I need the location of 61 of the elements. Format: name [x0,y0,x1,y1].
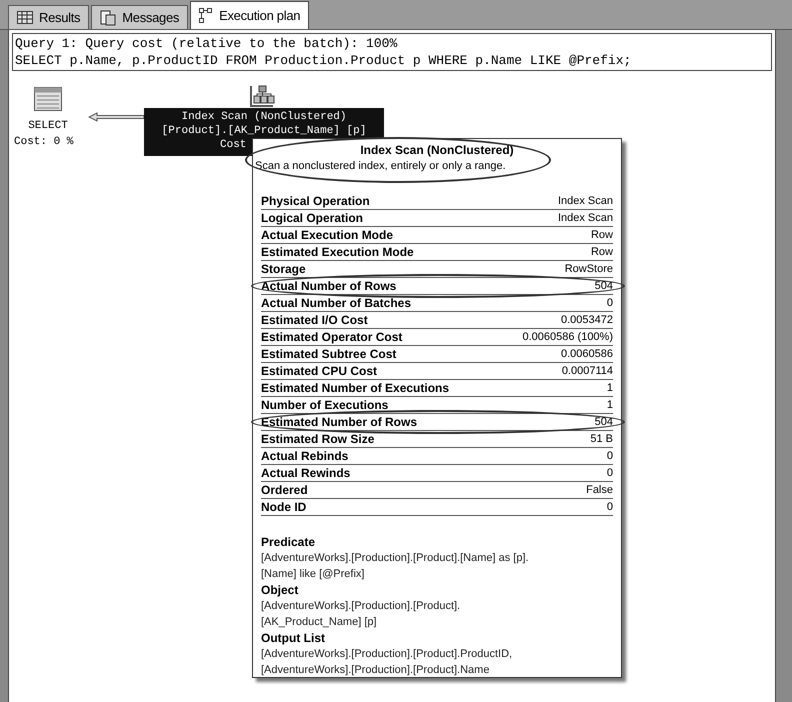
property-value: 1 [606,381,613,396]
sql-text: SELECT p.Name, p.ProductID FROM Production.Product p WHERE p.Name LIKE @Prefix; [15,52,632,69]
property-value: False [586,483,613,498]
section-text: [AdventureWorks].[Production].[Product].[Name] as [p]. [Name] like [@Prefix] [261,551,530,582]
tab[interactable]: Execution plan [190,1,310,29]
property-name: Actual Execution Mode [261,227,394,243]
table-icon[interactable] [34,87,62,111]
property-name: Physical Operation [261,193,370,209]
arrow-icon [88,112,144,122]
property-value: 504 [594,279,613,294]
property-value: RowStore [564,262,613,277]
property-value: 0 [606,500,613,515]
section-heading: Output List [261,630,326,646]
property-value: 0.0060586 [561,347,613,362]
query-cost-text: Query 1: Query cost (relative to the batch): 100% [15,35,398,52]
property-name: Estimated Row Size [261,431,374,447]
property-name: Actual Rebinds [261,448,348,464]
property-value: 0 [606,449,613,464]
node-tooltip-line: Index Scan (NonClustered) [181,110,347,124]
property-name: Logical Operation [261,210,364,226]
property-name: Actual Number of Rows [261,278,396,294]
tab[interactable]: Results [8,5,90,29]
tab[interactable]: Messages [91,5,188,29]
property-name: Number of Executions [261,397,388,413]
property-name: Estimated Operator Cost [261,329,402,345]
property-name: Actual Rewinds [261,465,350,481]
tooltip-title: Index Scan (NonClustered) [359,143,515,158]
property-name: Estimated Number of Executions [261,380,450,396]
property-value: 0 [606,296,613,311]
property-name: Ordered [261,482,308,498]
property-value: 0 [606,466,613,481]
plan-icon [199,8,214,24]
property-value: Index Scan [558,211,613,226]
property-name: Estimated Execution Mode [261,244,414,260]
property-value: 51 B [590,432,613,447]
property-value: 0.0060586 (100%) [522,330,613,345]
property-name: Node ID [261,499,306,515]
property-name: Estimated Subtree Cost [261,346,396,362]
section-heading: Predicate [261,534,316,550]
index-scan-icon[interactable] [249,84,277,110]
section-text: [AdventureWorks].[Production].[Product]. [AK_Product_Name] [p] [261,599,462,630]
section-heading: Object [261,582,300,598]
node-tooltip-line: [Product].[AK_Product_Name] [p] [162,124,366,138]
property-value: 0.0053472 [561,313,613,328]
operator-label: SELECT [27,119,69,134]
grid-icon [17,11,33,24]
property-value: 1 [606,398,613,413]
property-name: Storage [261,261,306,277]
document-icon [100,10,116,26]
property-name: Estimated Number of Rows [261,414,418,430]
property-value: Row [590,245,613,260]
property-name: Actual Number of Batches [261,295,412,311]
property-value: Index Scan [558,194,613,209]
property-name: Estimated I/O Cost [261,312,368,328]
cost-label: Cost: 0 % [14,135,74,150]
property-value: Row [590,228,613,243]
property-value: 504 [594,415,613,430]
property-value: 0.0007114 [562,364,613,379]
node-tooltip-line: Cost [219,138,246,152]
section-text: [AdventureWorks].[Production].[Product].ProductID, [AdventureWorks].[Production].[Product].Name [261,647,514,678]
property-name: Estimated CPU Cost [261,363,378,379]
